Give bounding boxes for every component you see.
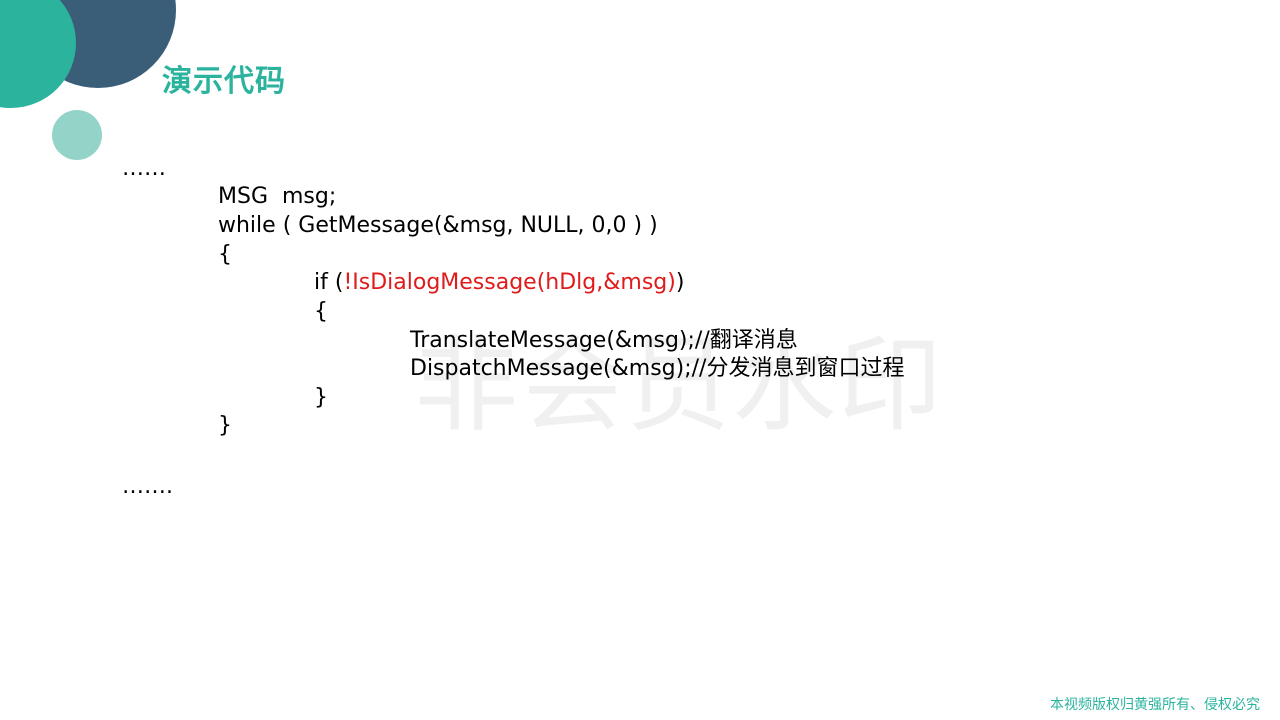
code-line-while: while ( GetMessage(&msg, NULL, 0,0 ) ) <box>218 213 658 238</box>
code-if-suffix: ) <box>675 270 685 295</box>
code-ellipsis-top: …… <box>122 156 166 181</box>
code-line-dispatch: DispatchMessage(&msg);//分发消息到窗口过程 <box>410 356 905 381</box>
code-line-if: if (!IsDialogMessage(hDlg,&msg)) <box>314 269 684 297</box>
copyright-footer: 本视频版权归黄强所有、侵权必究 <box>1050 697 1260 713</box>
code-block: …… MSG msg; while ( GetMessage(&msg, NUL… <box>0 0 1280 720</box>
code-line-inner-open-brace: { <box>314 299 328 324</box>
code-ellipsis-bottom: ……. <box>122 474 173 499</box>
code-line-inner-close-brace: } <box>314 385 328 410</box>
code-if-highlight: !IsDialogMessage(hDlg,&msg) <box>343 270 676 295</box>
code-line-close-brace: } <box>218 413 232 438</box>
code-line-msg: MSG msg; <box>218 184 337 209</box>
code-if-prefix: if ( <box>314 270 344 295</box>
code-line-open-brace: { <box>218 242 232 267</box>
code-line-translate: TranslateMessage(&msg);//翻译消息 <box>410 328 798 353</box>
